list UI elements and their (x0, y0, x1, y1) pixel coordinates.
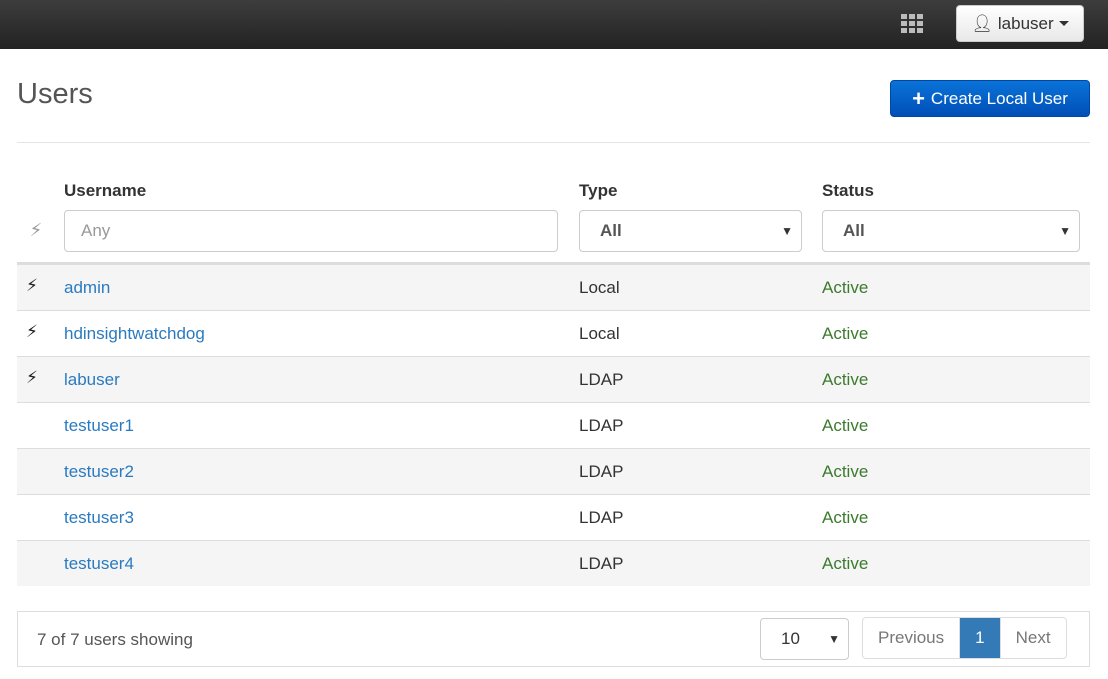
user-type: Local (579, 278, 620, 297)
table-row: testuser4 LDAP Active (17, 540, 1090, 586)
user-status: Active (822, 416, 869, 435)
caret-down-icon (1058, 21, 1069, 26)
user-type: LDAP (579, 416, 624, 435)
status-filter-select[interactable]: All ▼ (822, 210, 1080, 252)
username-link[interactable]: testuser1 (64, 416, 134, 436)
page-1-button[interactable]: 1 (960, 618, 1001, 658)
page-size-select[interactable]: 10 ▼ (760, 618, 849, 660)
pagination: Previous 1 Next (862, 617, 1067, 659)
header-status[interactable]: Status (822, 181, 874, 201)
page-title: Users (17, 78, 93, 110)
user-status: Active (822, 508, 869, 527)
username-link[interactable]: testuser4 (64, 554, 134, 574)
table-row: ⚡︎ labuser LDAP Active (17, 356, 1090, 402)
previous-page-button[interactable]: Previous (863, 618, 961, 658)
user-status: Active (822, 370, 869, 389)
username-filter-input[interactable]: Any (64, 210, 558, 252)
user-type: LDAP (579, 508, 624, 527)
user-status: Active (822, 324, 869, 343)
header-username[interactable]: Username (64, 181, 146, 201)
type-filter-select[interactable]: All ▼ (579, 210, 802, 252)
grid-icon[interactable] (901, 14, 925, 33)
divider (17, 142, 1090, 143)
user-status: Active (822, 554, 869, 573)
plus-icon: + (912, 85, 925, 111)
user-menu-button[interactable]: 👤︎ labuser (956, 5, 1084, 42)
username-link[interactable]: admin (64, 278, 110, 298)
header-type[interactable]: Type (579, 181, 617, 201)
admin-filter-bolt-icon[interactable]: ⚡︎ (26, 220, 46, 241)
table-row: ⚡︎ admin Local Active (17, 264, 1090, 310)
admin-bolt-icon: ⚡︎ (26, 322, 38, 341)
dropdown-arrow-icon: ▼ (828, 632, 840, 646)
table-row: testuser3 LDAP Active (17, 494, 1090, 540)
user-status: Active (822, 462, 869, 481)
table-row: testuser1 LDAP Active (17, 402, 1090, 448)
dropdown-arrow-icon: ▼ (1059, 224, 1071, 238)
username-link[interactable]: labuser (64, 370, 120, 390)
dropdown-arrow-icon: ▼ (781, 224, 793, 238)
user-icon: 👤︎ (971, 13, 993, 33)
user-label: labuser (997, 13, 1054, 33)
admin-bolt-icon: ⚡︎ (26, 276, 38, 295)
user-type: LDAP (579, 370, 624, 389)
user-type: LDAP (579, 554, 624, 573)
admin-bolt-icon: ⚡︎ (26, 368, 38, 387)
user-type: LDAP (579, 462, 624, 481)
user-status: Active (822, 278, 869, 297)
user-type: Local (579, 324, 620, 343)
table-row: testuser2 LDAP Active (17, 448, 1090, 494)
table-footer: 7 of 7 users showing 10 ▼ Previous 1 Next (17, 611, 1090, 667)
table-row: ⚡︎ hdinsightwatchdog Local Active (17, 310, 1090, 356)
create-local-user-button[interactable]: + Create Local User (890, 80, 1090, 117)
next-page-button[interactable]: Next (1001, 618, 1066, 658)
username-link[interactable]: hdinsightwatchdog (64, 324, 205, 344)
user-count: 7 of 7 users showing (37, 630, 193, 649)
username-link[interactable]: testuser2 (64, 462, 134, 482)
username-link[interactable]: testuser3 (64, 508, 134, 528)
top-navbar: 👤︎ labuser (0, 0, 1108, 49)
